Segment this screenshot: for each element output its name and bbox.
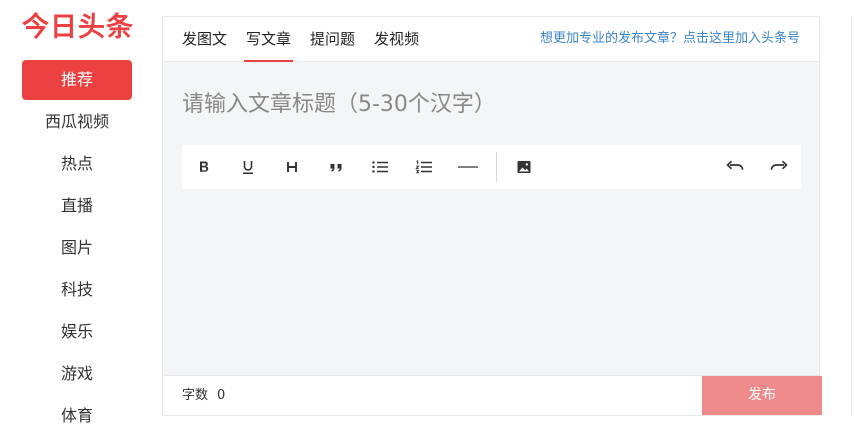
horizontal-rule-button[interactable] [446,145,490,189]
horizontal-rule-icon [458,166,478,168]
sidebar-item-images[interactable]: 图片 [22,228,132,268]
sidebar-nav: 推荐 西瓜视频 热点 直播 图片 科技 娱乐 游戏 体育 [22,60,132,438]
sidebar-item-entertainment[interactable]: 娱乐 [22,312,132,352]
numbered-list-button[interactable] [402,145,446,189]
tab-ask-question[interactable]: 提问题 [310,17,355,61]
sidebar-item-recommend[interactable]: 推荐 [22,60,132,100]
quote-icon [330,164,342,172]
logo[interactable]: 今日头条 [22,10,134,46]
word-count-label: 字数 [182,388,209,403]
image-icon [517,161,531,173]
undo-button[interactable] [713,145,757,189]
editor-toolbar [182,145,801,189]
insert-image-button[interactable] [502,145,546,189]
bold-icon [200,161,209,172]
publish-button[interactable]: 发布 [702,376,822,415]
article-body-editor[interactable] [182,201,801,371]
quote-button[interactable] [314,145,358,189]
numbered-list-icon [415,160,432,174]
heading-button[interactable] [270,145,314,189]
undo-icon [726,160,744,170]
bullet-list-button[interactable] [358,145,402,189]
sidebar-item-xigua-video[interactable]: 西瓜视频 [22,102,132,142]
bold-button[interactable] [182,145,226,189]
underline-icon [243,161,253,174]
post-type-tabs: 发图文 写文章 提问题 发视频 想更加专业的发布文章？点击这里加入头条号 [163,17,819,62]
right-panel-edge [851,16,852,416]
join-toutiao-link[interactable]: 想更加专业的发布文章？点击这里加入头条号 [540,17,800,61]
sidebar-item-tech[interactable]: 科技 [22,270,132,310]
sidebar-item-live[interactable]: 直播 [22,186,132,226]
redo-button[interactable] [757,145,801,189]
editor-footer: 字数 0 发布 [163,375,822,415]
redo-icon [770,160,788,170]
toolbar-divider [496,152,497,182]
tab-image-post[interactable]: 发图文 [182,17,227,61]
editor-card: 发图文 写文章 提问题 发视频 想更加专业的发布文章？点击这里加入头条号 请输入… [162,16,822,416]
tab-write-article[interactable]: 写文章 [243,17,294,62]
article-title-input[interactable] [182,84,782,124]
bullet-list-icon [372,161,388,173]
heading-icon [287,162,297,172]
word-count-value: 0 [217,388,226,403]
tab-post-video[interactable]: 发视频 [374,17,419,61]
underline-button[interactable] [226,145,270,189]
sidebar-item-sports[interactable]: 体育 [22,396,132,436]
sidebar-item-games[interactable]: 游戏 [22,354,132,394]
sidebar-item-hot[interactable]: 热点 [22,144,132,184]
